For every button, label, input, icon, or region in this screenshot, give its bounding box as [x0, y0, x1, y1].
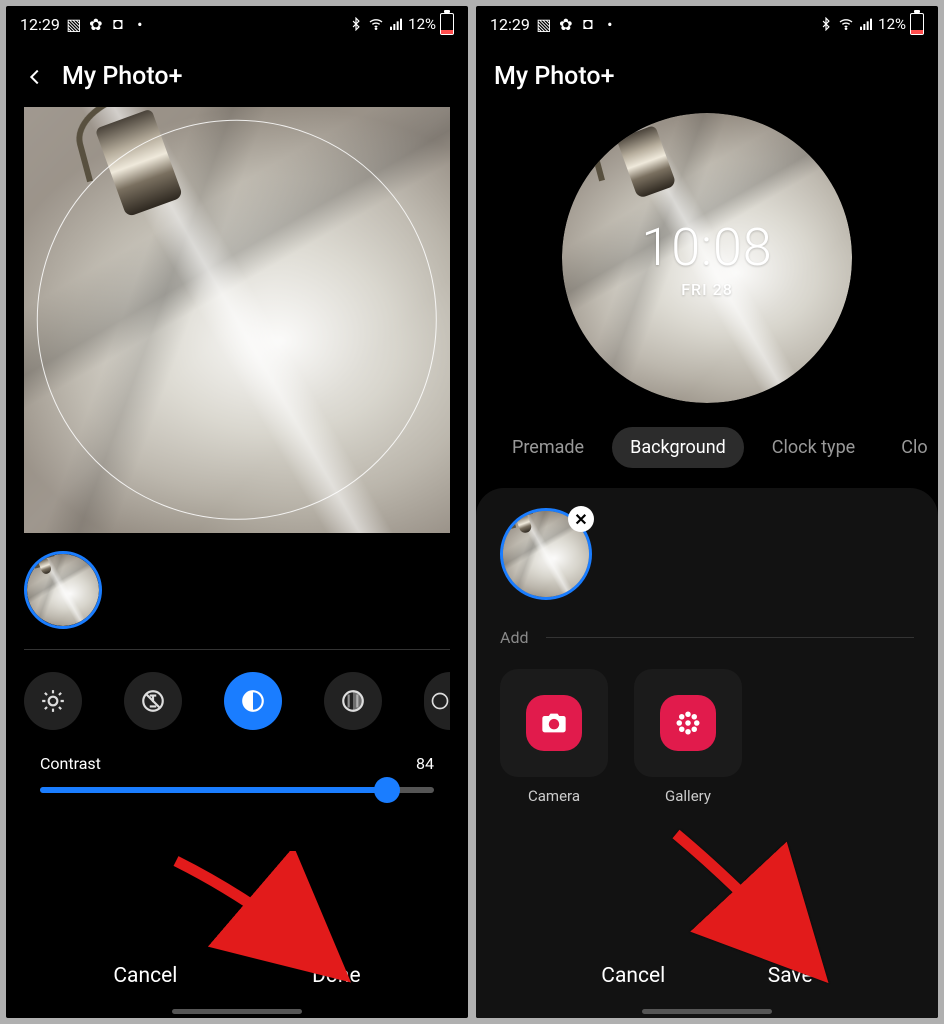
screen-edit-photo: 12:29 ▧ ✿ ◘ • 12% My Photo+ — [6, 6, 468, 1018]
clock-date: FRI 28 — [681, 280, 733, 299]
header: My Photo+ — [476, 42, 938, 107]
tab-strip: Premade Background Clock type Clo — [476, 427, 938, 488]
bluetooth-icon — [348, 16, 364, 32]
tab-clock-type[interactable]: Clock type — [754, 427, 873, 468]
battery-icon — [910, 13, 924, 35]
gesture-bar — [642, 1009, 772, 1014]
image-icon: ▧ — [536, 16, 552, 32]
wifi-icon — [368, 16, 384, 32]
clock-time: 10:08 — [641, 217, 772, 278]
next-filter-button[interactable] — [424, 672, 450, 730]
header: My Photo+ — [6, 42, 468, 107]
camera-source-button[interactable] — [500, 669, 608, 777]
background-thumb-wrap: ✕ — [500, 508, 592, 600]
remove-background-button[interactable]: ✕ — [568, 506, 594, 532]
clock: 12:29 — [20, 15, 60, 34]
tab-premade[interactable]: Premade — [494, 427, 602, 468]
footer: Cancel Done — [6, 940, 468, 1018]
battery-icon — [440, 13, 454, 35]
dot-icon: • — [602, 16, 618, 32]
status-bar: 12:29 ▧ ✿ ◘ • 12% — [476, 6, 938, 42]
tab-background[interactable]: Background — [612, 427, 744, 468]
footer: Cancel Save — [500, 924, 914, 1018]
saturation-filter-button[interactable] — [324, 672, 382, 730]
add-label: Add — [500, 628, 528, 647]
camera-icon — [526, 695, 582, 751]
gear-icon: ✿ — [88, 16, 104, 32]
done-button[interactable]: Done — [312, 964, 361, 988]
gear-icon: ✿ — [558, 16, 574, 32]
page-title: My Photo+ — [62, 62, 182, 91]
contrast-slider[interactable] — [40, 787, 434, 793]
gesture-bar — [172, 1009, 302, 1014]
slider-thumb[interactable] — [374, 777, 400, 803]
save-button[interactable]: Save — [768, 964, 813, 988]
bluetooth-icon — [818, 16, 834, 32]
gallery-icon — [660, 695, 716, 751]
slider-value: 84 — [416, 754, 434, 773]
source-row: Camera Gallery — [500, 669, 914, 805]
background-panel: ✕ Add Camera Gallery — [476, 488, 938, 1018]
slider-label: Contrast — [40, 754, 101, 773]
gallery-source-button[interactable] — [634, 669, 742, 777]
status-bar: 12:29 ▧ ✿ ◘ • 12% — [6, 6, 468, 42]
thumbnail-row — [6, 533, 468, 649]
clock-overlay: 10:08 FRI 28 — [562, 113, 852, 403]
wifi-icon — [838, 16, 854, 32]
cancel-button[interactable]: Cancel — [601, 964, 665, 988]
square-icon: ◘ — [110, 16, 126, 32]
battery-pct: 12% — [408, 15, 436, 33]
gallery-label: Gallery — [665, 787, 711, 805]
screen-watchface-settings: 12:29 ▧ ✿ ◘ • 12% My Photo+ — [476, 6, 938, 1018]
contrast-filter-button[interactable] — [224, 672, 282, 730]
image-icon: ▧ — [66, 16, 82, 32]
contrast-slider-block: Contrast 84 — [6, 748, 468, 807]
square-icon: ◘ — [580, 16, 596, 32]
exposure-filter-button[interactable] — [124, 672, 182, 730]
back-button[interactable] — [24, 66, 46, 88]
watchface-preview-wrap: 10:08 FRI 28 — [476, 107, 938, 427]
photo-crop-preview[interactable] — [24, 107, 450, 533]
page-title: My Photo+ — [494, 62, 614, 91]
add-section-header: Add — [500, 628, 914, 647]
clock: 12:29 — [490, 15, 530, 34]
filter-row — [6, 650, 468, 748]
brightness-filter-button[interactable] — [24, 672, 82, 730]
battery-pct: 12% — [878, 15, 906, 33]
watchface-preview[interactable]: 10:08 FRI 28 — [562, 113, 852, 403]
photo-thumbnail[interactable] — [24, 551, 102, 629]
tab-more[interactable]: Clo — [883, 427, 938, 468]
dot-icon: • — [132, 16, 148, 32]
cancel-button[interactable]: Cancel — [113, 964, 177, 988]
signal-icon — [858, 16, 874, 32]
camera-label: Camera — [528, 787, 580, 805]
signal-icon — [388, 16, 404, 32]
